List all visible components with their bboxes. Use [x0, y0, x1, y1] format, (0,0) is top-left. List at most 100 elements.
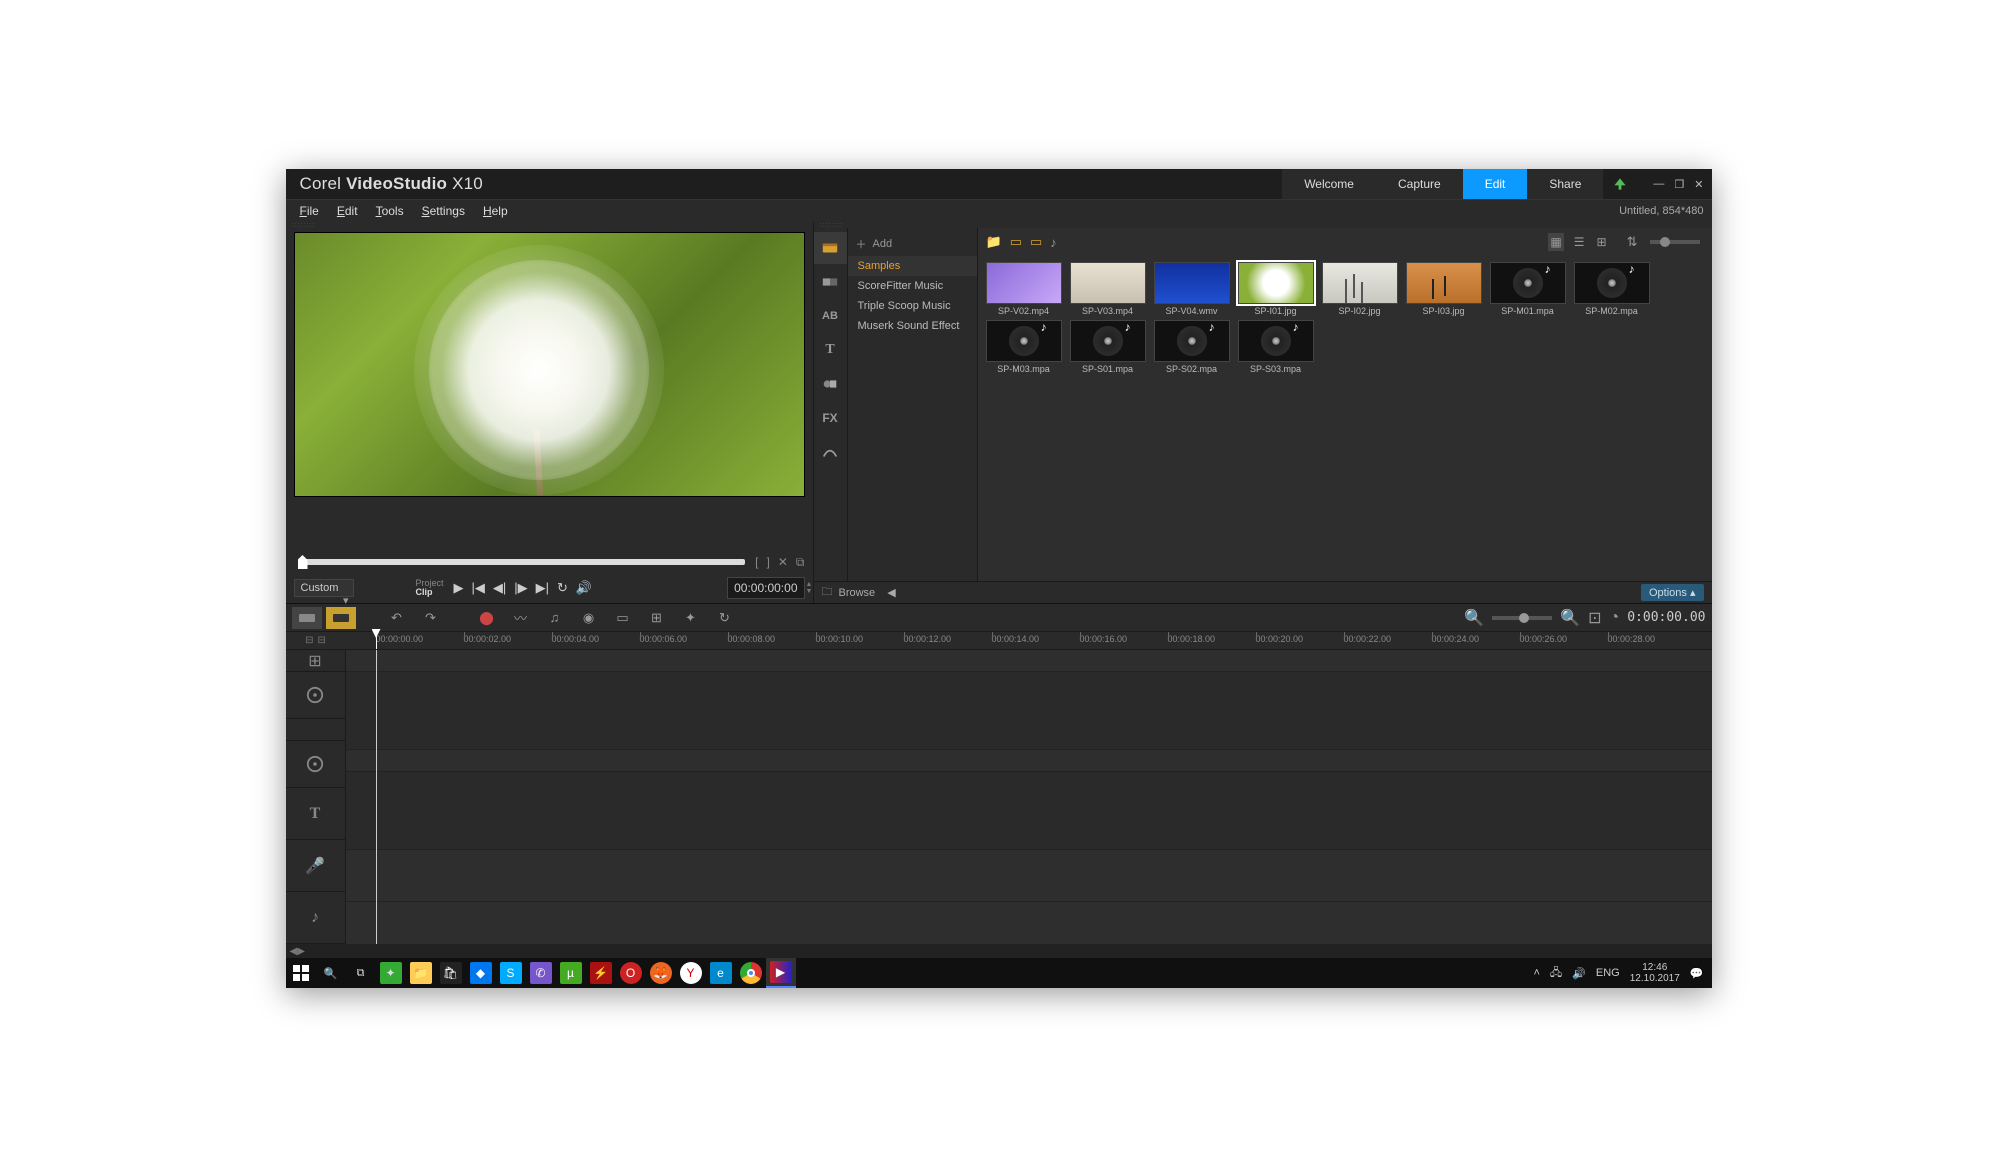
taskbar-opera[interactable]: O: [616, 958, 646, 988]
search-button[interactable]: 🔍: [316, 958, 346, 988]
tab-capture[interactable]: Capture: [1376, 169, 1463, 199]
motion-track-button[interactable]: ◉: [574, 607, 604, 629]
undo-button[interactable]: ↶: [382, 607, 412, 629]
preview-timecode[interactable]: 00:00:00:00 ▲▼: [727, 577, 804, 599]
project-clip-toggle[interactable]: Project Clip: [416, 579, 444, 597]
tab-welcome[interactable]: Welcome: [1282, 169, 1376, 199]
filter-video-icon[interactable]: ▭: [1010, 234, 1022, 250]
go-start-button[interactable]: |◀: [472, 580, 485, 596]
zoom-slider[interactable]: [1492, 616, 1552, 620]
voice-track-header[interactable]: 🎤: [286, 840, 345, 892]
timecode-spinner[interactable]: ▲▼: [806, 578, 816, 598]
enlarge-preview-icon[interactable]: ⧉: [796, 555, 805, 570]
view-grid-icon[interactable]: ⊞: [1595, 233, 1609, 251]
frame-fwd-button[interactable]: |▶: [514, 580, 527, 596]
maximize-button[interactable]: ❐: [1674, 178, 1684, 191]
graphic-tab-icon[interactable]: [814, 368, 847, 400]
start-button[interactable]: [286, 958, 316, 988]
timeline-view-button[interactable]: [326, 607, 356, 629]
playhead-line[interactable]: [376, 650, 377, 944]
scrub-track[interactable]: [298, 559, 746, 565]
title-track-header[interactable]: T: [286, 788, 345, 840]
storyboard-view-button[interactable]: [292, 607, 322, 629]
overlay-toggle-row[interactable]: [286, 719, 345, 741]
preview-mode-dropdown[interactable]: Custom: [294, 579, 354, 597]
zoom-in-icon[interactable]: 🔍: [1560, 608, 1580, 628]
library-item[interactable]: SP-V04.wmv: [1152, 262, 1232, 316]
fit-timeline-icon[interactable]: ⊡: [1588, 608, 1601, 628]
tray-notifications-icon[interactable]: 💬: [1690, 967, 1704, 980]
audio-mixer-button[interactable]: 〰: [506, 607, 536, 629]
update-icon[interactable]: [1603, 169, 1637, 199]
menu-file[interactable]: File: [300, 204, 319, 218]
frame-back-button[interactable]: ◀|: [493, 580, 506, 596]
library-item[interactable]: SP-M01.mpa: [1488, 262, 1568, 316]
taskbar-utorrent[interactable]: µ: [556, 958, 586, 988]
close-button[interactable]: ✕: [1694, 178, 1703, 191]
library-item[interactable]: SP-I03.jpg: [1404, 262, 1484, 316]
category-triple-scoop[interactable]: Triple Scoop Music: [848, 296, 977, 316]
mark-out-icon[interactable]: ]: [767, 555, 770, 570]
browse-icon[interactable]: 🗀: [822, 583, 833, 602]
go-end-button[interactable]: ▶|: [536, 580, 549, 596]
scroll-left-icon[interactable]: ◀: [290, 946, 298, 957]
pan-zoom-button[interactable]: ✦: [676, 607, 706, 629]
clear-marks-icon[interactable]: ✕: [778, 555, 788, 570]
tray-network-icon[interactable]: 🖧: [1550, 964, 1562, 983]
sort-icon[interactable]: ⇅: [1627, 234, 1638, 250]
view-thumb-icon[interactable]: ▦: [1548, 233, 1563, 251]
collapse-library-icon[interactable]: ◀: [887, 586, 895, 599]
track-toggle-row[interactable]: ⊞: [286, 650, 345, 672]
filter-photo-icon[interactable]: ▭: [1030, 234, 1042, 250]
time-remap-button[interactable]: ↻: [710, 607, 740, 629]
track-lanes[interactable]: [346, 650, 1712, 944]
menu-help[interactable]: Help: [483, 204, 508, 218]
library-item[interactable]: SP-M02.mpa: [1572, 262, 1652, 316]
record-button[interactable]: ⬤: [472, 607, 502, 629]
taskbar-chrome[interactable]: [736, 958, 766, 988]
thumbnail-size-slider[interactable]: [1650, 240, 1700, 244]
taskbar-viber[interactable]: ✆: [526, 958, 556, 988]
repeat-button[interactable]: ↻: [557, 580, 568, 596]
ruler-mode-a-icon[interactable]: ⊟: [305, 635, 313, 646]
music-track-header[interactable]: ♪: [286, 892, 345, 944]
taskbar-yandex[interactable]: Y: [676, 958, 706, 988]
tray-clock[interactable]: 12:46 12.10.2017: [1630, 962, 1680, 984]
library-item[interactable]: SP-I01.jpg: [1236, 262, 1316, 316]
preview-viewport[interactable]: [294, 232, 805, 497]
menu-settings[interactable]: Settings: [422, 204, 465, 218]
taskbar-edge[interactable]: e: [706, 958, 736, 988]
multi-view-button[interactable]: ⊞: [642, 607, 672, 629]
library-item[interactable]: SP-V02.mp4: [984, 262, 1064, 316]
playhead[interactable]: [376, 632, 377, 649]
library-item[interactable]: SP-S03.mpa: [1236, 320, 1316, 374]
scroll-right-icon[interactable]: ▶: [297, 946, 305, 957]
title-tab-icon[interactable]: AB: [814, 300, 847, 332]
redo-button[interactable]: ↷: [416, 607, 446, 629]
zoom-out-icon[interactable]: 🔍: [1464, 608, 1484, 628]
tray-language[interactable]: ENG: [1596, 967, 1620, 979]
add-folder-button[interactable]: ＋ Add: [848, 232, 977, 256]
library-item[interactable]: SP-S02.mpa: [1152, 320, 1232, 374]
media-tab-icon[interactable]: [814, 232, 847, 264]
category-muserk[interactable]: Muserk Sound Effect: [848, 316, 977, 336]
library-item[interactable]: SP-M03.mpa: [984, 320, 1064, 374]
taskbar-firefox[interactable]: 🦊: [646, 958, 676, 988]
taskbar-explorer[interactable]: 📁: [406, 958, 436, 988]
menu-tools[interactable]: Tools: [376, 204, 404, 218]
tab-edit[interactable]: Edit: [1463, 169, 1528, 199]
tray-expand-icon[interactable]: ˄: [1533, 967, 1539, 979]
timeline-ruler[interactable]: ⊟ ⊟ 00:00:00.0000:00:02.0000:00:04.0000:…: [286, 632, 1712, 650]
library-item[interactable]: SP-S01.mpa: [1068, 320, 1148, 374]
text-tab-icon[interactable]: T: [814, 334, 847, 366]
library-item[interactable]: SP-I02.jpg: [1320, 262, 1400, 316]
task-view-button[interactable]: ⧉: [346, 958, 376, 988]
import-folder-icon[interactable]: 📁: [986, 234, 1002, 250]
menu-edit[interactable]: Edit: [337, 204, 358, 218]
path-tab-icon[interactable]: [814, 436, 847, 468]
project-duration-icon[interactable]: ◔: [1610, 609, 1620, 627]
subtitle-button[interactable]: ▭: [608, 607, 638, 629]
auto-music-button[interactable]: ♫: [540, 607, 570, 629]
scrub-thumb[interactable]: [298, 555, 308, 569]
tab-share[interactable]: Share: [1527, 169, 1603, 199]
